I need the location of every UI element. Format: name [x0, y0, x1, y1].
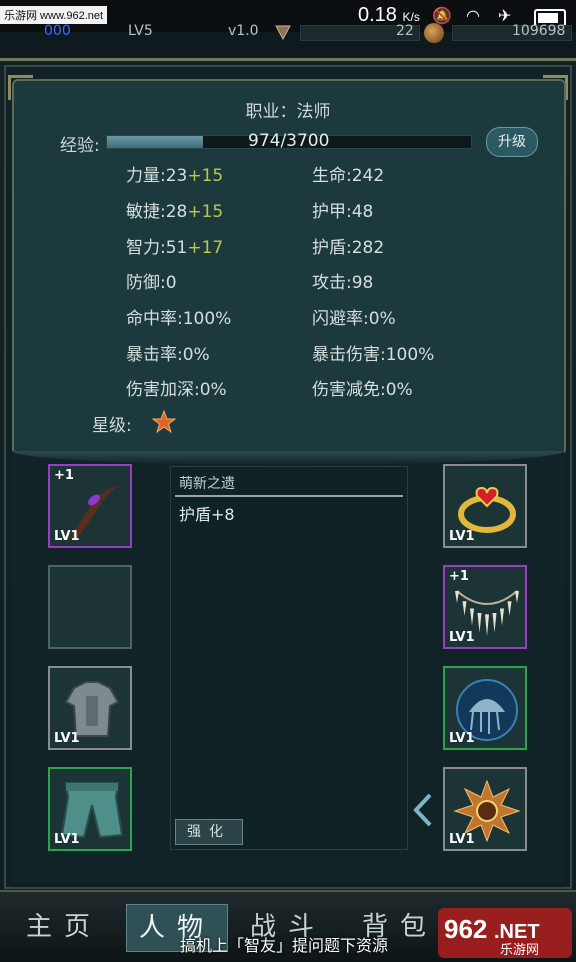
- svg-text:962: 962: [444, 914, 487, 944]
- exp-label: 经验:: [60, 136, 100, 156]
- equip-slot-necklace[interactable]: +1 LV1: [443, 565, 527, 649]
- stat-intellect: 智力:51+17: [126, 238, 224, 258]
- necklace-tooth: [485, 614, 489, 637]
- exp-bar-fill: [107, 136, 203, 148]
- resource-bar: 000 LV5 v1.0 22 109698: [0, 20, 576, 48]
- slot-level: LV1: [449, 630, 475, 645]
- exp-value: 974/3700: [248, 131, 330, 151]
- equip-slot-orb[interactable]: LV1: [443, 666, 527, 750]
- stat-crit-damage: 暴击伤害:100%: [312, 345, 435, 365]
- necklace-tooth: [462, 601, 467, 616]
- necklace-tooth: [507, 601, 512, 616]
- necklace-tooth: [470, 608, 474, 626]
- stat-defense: 防御:0: [126, 273, 177, 293]
- stat-damage-reduce: 伤害减免:0%: [312, 380, 413, 400]
- equip-slot-pants[interactable]: LV1: [48, 767, 132, 851]
- necklace-tooth: [515, 591, 519, 603]
- left-counter: 000: [44, 23, 71, 39]
- necklace-tooth: [455, 591, 459, 603]
- stat-strength: 力量:23+15: [126, 166, 224, 186]
- slot-level: LV1: [54, 529, 80, 544]
- necklace-tooth: [492, 612, 497, 633]
- necklace-tooth: [477, 612, 482, 633]
- version-label: v1.0: [228, 23, 259, 39]
- equipment-area-arch: [12, 451, 564, 465]
- star-label: 星级:: [92, 416, 132, 436]
- slot-level: LV1: [54, 731, 80, 746]
- slot-bonus: +1: [54, 468, 74, 483]
- stat-hp: 生命:242: [312, 166, 385, 186]
- stat-shield: 护盾:282: [312, 238, 385, 258]
- stat-attack: 攻击:98: [312, 273, 374, 293]
- enhance-button[interactable]: 强化: [175, 819, 243, 845]
- item-effect: 护盾+8: [179, 505, 235, 524]
- chevron-left-icon[interactable]: [412, 792, 434, 828]
- slot-level: LV1: [54, 832, 80, 847]
- stat-agility: 敏捷:28+15: [126, 202, 224, 222]
- equip-slot-weapon[interactable]: +1 LV1: [48, 464, 132, 548]
- gold-count: 109698: [512, 23, 566, 39]
- stat-armor: 护甲:48: [312, 202, 374, 222]
- slot-bonus: +1: [449, 569, 469, 584]
- slot-level: LV1: [449, 832, 475, 847]
- upgrade-button[interactable]: 升级: [486, 127, 538, 157]
- site-logo: 962 .NET 乐游网: [438, 908, 572, 958]
- tab-home[interactable]: 主页: [14, 904, 114, 950]
- stat-hit-rate: 命中率:100%: [126, 309, 232, 329]
- svg-text:乐游网: 乐游网: [500, 943, 539, 958]
- slot-level: LV1: [449, 529, 475, 544]
- equip-slot-armor[interactable]: LV1: [48, 666, 132, 750]
- svg-text:.NET: .NET: [494, 921, 540, 943]
- gold-coin-icon: [424, 23, 444, 43]
- player-level: LV5: [128, 23, 153, 39]
- equip-slot-empty[interactable]: [48, 565, 132, 649]
- necklace-tooth: [500, 608, 504, 626]
- profession-label: 职业：法师: [245, 102, 331, 122]
- title-divider: [175, 495, 403, 497]
- star-icon: [152, 410, 176, 434]
- gem-count: 22: [396, 23, 414, 39]
- caption-overlay: 搞机上「智友」提问题下资源: [180, 936, 389, 955]
- equip-slot-amulet[interactable]: LV1: [443, 767, 527, 851]
- stat-damage-boost: 伤害加深:0%: [126, 380, 227, 400]
- item-detail-panel: 萌新之遗 护盾+8 强化: [170, 466, 408, 850]
- gem-icon: [275, 25, 291, 40]
- item-title: 萌新之遗: [179, 476, 235, 492]
- slot-level: LV1: [449, 731, 475, 746]
- equip-slot-ring[interactable]: LV1: [443, 464, 527, 548]
- stat-crit-rate: 暴击率:0%: [126, 345, 210, 365]
- stat-dodge-rate: 闪避率:0%: [312, 309, 396, 329]
